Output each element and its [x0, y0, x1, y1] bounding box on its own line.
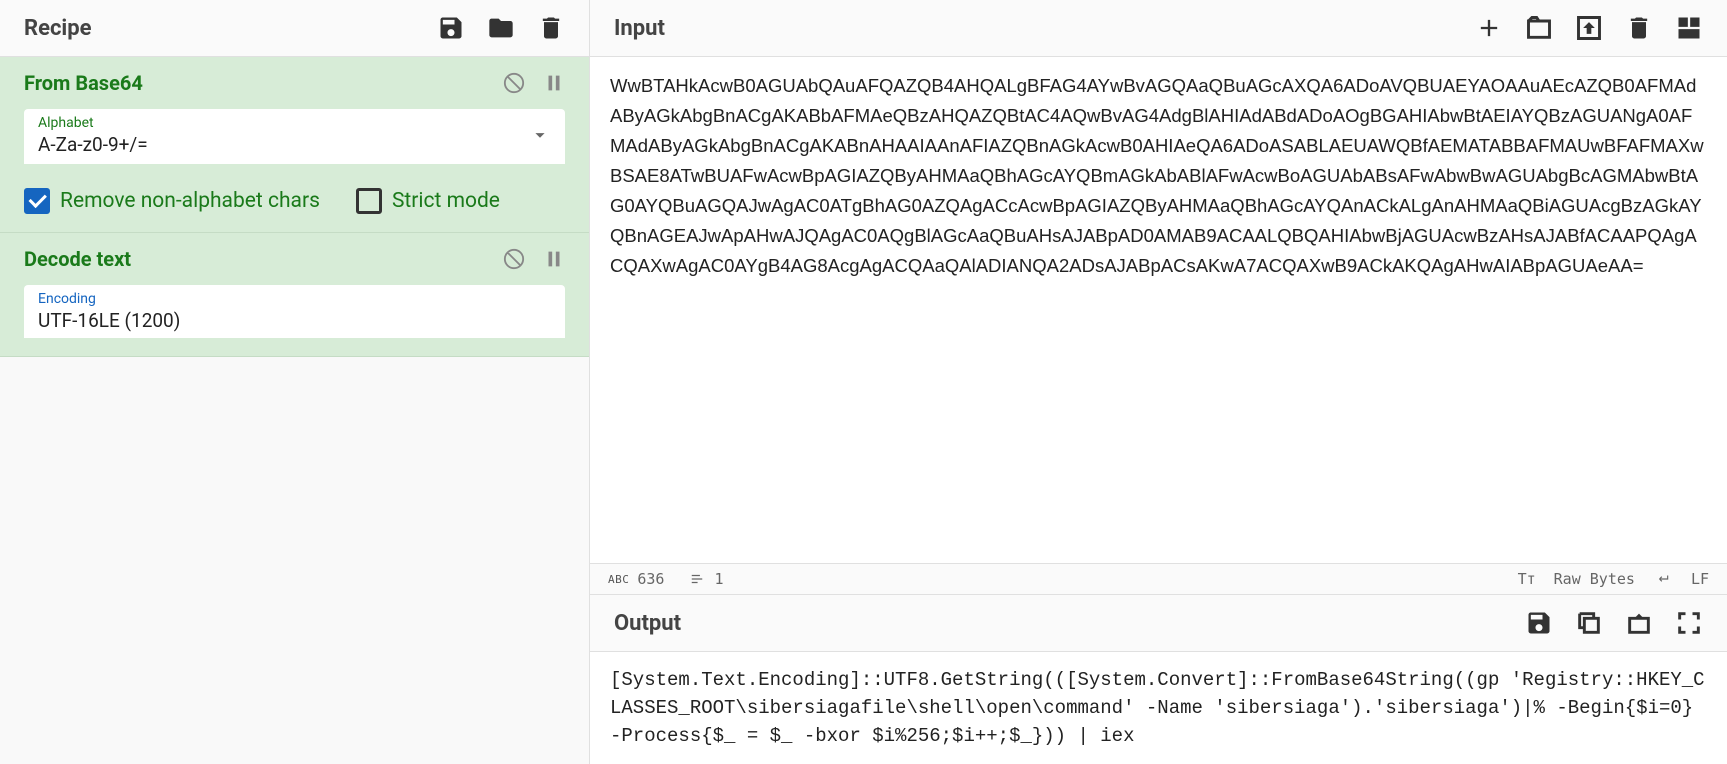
encoding-select[interactable]: Encoding UTF-16LE (1200) [24, 285, 565, 338]
pause-icon[interactable] [543, 248, 565, 270]
output-header: Output [590, 595, 1727, 652]
encoding-value: UTF-16LE (1200) [38, 309, 551, 332]
checkbox-checked-icon [24, 188, 50, 214]
input-title: Input [614, 16, 665, 41]
line-count-value: 1 [714, 570, 723, 588]
add-icon[interactable] [1475, 14, 1503, 42]
delete-icon[interactable] [537, 14, 565, 42]
pause-icon[interactable] [543, 72, 565, 94]
replace-input-icon[interactable] [1625, 609, 1653, 637]
alphabet-label: Alphabet [38, 115, 551, 131]
input-header: Input [590, 0, 1727, 57]
copy-icon[interactable] [1575, 609, 1603, 637]
alphabet-select[interactable]: Alphabet A-Za-z0-9+/= [24, 109, 565, 164]
disable-icon[interactable] [503, 248, 525, 270]
output-textarea[interactable]: [System.Text.Encoding]::UTF8.GetString((… [590, 652, 1727, 764]
save-output-icon[interactable] [1525, 609, 1553, 637]
operation-decode-text: Decode text Encoding UTF-16LE (1200) [0, 233, 589, 357]
remove-nonalpha-checkbox[interactable]: Remove non-alphabet chars [24, 188, 320, 214]
io-panel: Input WwBTAHkAcwB0AGUAbQAuAFQAZQB4AHQALg… [590, 0, 1727, 764]
chevron-down-icon [529, 124, 551, 146]
recipe-header-icons [437, 14, 565, 42]
char-count: abc 636 [608, 570, 664, 588]
strict-mode-label: Strict mode [392, 189, 500, 213]
op-title-decode-text: Decode text [24, 247, 131, 271]
input-status-bar: abc 636 1 Tт Raw Bytes LF [590, 563, 1727, 595]
font-size-icon[interactable]: Tт [1518, 570, 1536, 588]
alphabet-value: A-Za-z0-9+/= [38, 133, 551, 156]
checkbox-unchecked-icon [356, 188, 382, 214]
fullscreen-icon[interactable] [1675, 609, 1703, 637]
import-icon[interactable] [1575, 14, 1603, 42]
char-count-value: 636 [637, 570, 664, 588]
recipe-title: Recipe [24, 16, 92, 41]
output-header-icons [1525, 609, 1703, 637]
lines-icon [688, 572, 706, 586]
output-title: Output [614, 611, 681, 636]
recipe-header: Recipe [0, 0, 589, 57]
layout-icon[interactable] [1675, 14, 1703, 42]
eol-label[interactable]: LF [1691, 570, 1709, 588]
save-icon[interactable] [437, 14, 465, 42]
input-header-icons [1475, 14, 1703, 42]
line-count: 1 [688, 570, 723, 588]
remove-nonalpha-label: Remove non-alphabet chars [60, 189, 320, 213]
folder-icon[interactable] [487, 14, 515, 42]
encoding-label: Encoding [38, 291, 551, 307]
input-textarea[interactable]: WwBTAHkAcwB0AGUAbQAuAFQAZQB4AHQALgBFAG4A… [590, 57, 1727, 563]
char-count-label: abc [608, 573, 629, 586]
operation-from-base64: From Base64 Alphabet A-Za-z0-9+/= Remove… [0, 57, 589, 233]
delete-input-icon[interactable] [1625, 14, 1653, 42]
op-title-from-base64: From Base64 [24, 71, 143, 95]
open-folder-icon[interactable] [1525, 14, 1553, 42]
return-icon [1653, 572, 1673, 586]
strict-mode-checkbox[interactable]: Strict mode [356, 188, 500, 214]
recipe-panel: Recipe From Base64 Alphabet A-Za-z0-9+/= [0, 0, 590, 764]
disable-icon[interactable] [503, 72, 525, 94]
raw-bytes-label[interactable]: Raw Bytes [1554, 570, 1635, 588]
